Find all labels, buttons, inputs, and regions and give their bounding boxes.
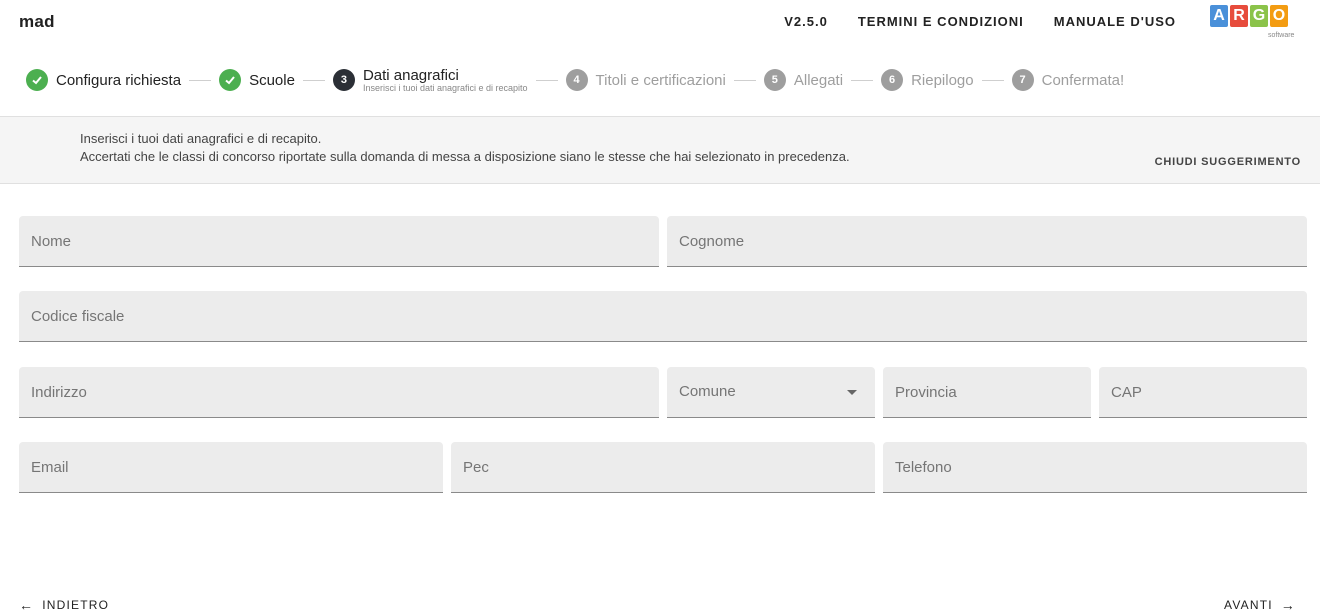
version-label: V2.5.0 xyxy=(784,14,828,29)
check-icon xyxy=(219,69,242,91)
cap-field[interactable] xyxy=(1099,367,1307,418)
check-icon xyxy=(26,69,48,91)
step-connector xyxy=(302,79,325,81)
manual-link[interactable]: MANUALE D'USO xyxy=(1054,14,1176,29)
step-connector xyxy=(189,79,212,81)
app-name: mad xyxy=(19,12,55,31)
comune-select[interactable]: Comune xyxy=(667,367,875,418)
close-hint-button[interactable]: CHIUDI SUGGERIMENTO xyxy=(1155,156,1301,168)
step-label: Titoli e certificazioni xyxy=(595,71,726,89)
step-confermata[interactable]: 7 Confermata! xyxy=(1011,69,1125,91)
email-input[interactable] xyxy=(19,442,443,492)
app-header: mad V2.5.0 TERMINI E CONDIZIONI MANUALE … xyxy=(0,0,1320,52)
argo-logo: A R G O software xyxy=(1210,5,1294,43)
step-dati-anagrafici[interactable]: 3 Dati anagrafici Inserisci i tuoi dati … xyxy=(332,66,528,93)
step-label: Allegati xyxy=(793,71,844,89)
back-button-label: INDIETRO xyxy=(42,598,110,612)
telefono-input[interactable] xyxy=(883,442,1307,492)
comune-select-label: Comune xyxy=(679,383,736,400)
step-connector xyxy=(535,79,558,81)
cognome-field[interactable] xyxy=(667,216,1307,267)
step-label: Dati anagrafici xyxy=(362,66,459,84)
terms-link[interactable]: TERMINI E CONDIZIONI xyxy=(858,14,1024,29)
step-sublabel: Inserisci i tuoi dati anagrafici e di re… xyxy=(362,82,528,93)
argo-letter: O xyxy=(1270,5,1288,27)
argo-letter: A xyxy=(1210,5,1228,27)
argo-letter: G xyxy=(1250,5,1268,27)
step-number-icon: 7 xyxy=(1011,69,1034,91)
email-field[interactable] xyxy=(19,442,443,493)
hint-text: Accertati che le classi di concorso ripo… xyxy=(80,149,850,164)
step-connector xyxy=(733,79,756,81)
step-number-icon: 5 xyxy=(763,69,786,91)
step-label: Riepilogo xyxy=(911,71,974,89)
step-number-icon: 4 xyxy=(565,69,588,91)
step-label: Scuole xyxy=(249,71,295,89)
pec-field[interactable] xyxy=(451,442,875,493)
caret-down-icon xyxy=(847,390,857,395)
hint-text: Inserisci i tuoi dati anagrafici e di re… xyxy=(80,131,322,146)
cognome-input[interactable] xyxy=(667,216,1307,266)
step-connector xyxy=(851,79,874,81)
stepper: Configura richiesta Scuole 3 Dati anagra… xyxy=(0,58,1320,102)
step-titoli[interactable]: 4 Titoli e certificazioni xyxy=(565,69,726,91)
provincia-field[interactable] xyxy=(883,367,1091,418)
step-scuole[interactable]: Scuole xyxy=(219,69,295,91)
step-label: Confermata! xyxy=(1041,71,1125,89)
step-riepilogo[interactable]: 6 Riepilogo xyxy=(881,69,974,91)
step-number-icon: 3 xyxy=(332,69,355,91)
codice-fiscale-field[interactable] xyxy=(19,291,1307,342)
argo-sub: software xyxy=(1268,32,1295,39)
step-label: Configura richiesta xyxy=(56,71,182,89)
pec-input[interactable] xyxy=(451,442,875,492)
codice-fiscale-input[interactable] xyxy=(19,291,1307,341)
next-button-label: AVANTI xyxy=(1224,598,1273,612)
hint-banner: Inserisci i tuoi dati anagrafici e di re… xyxy=(0,116,1320,184)
cap-input[interactable] xyxy=(1099,367,1307,417)
provincia-input[interactable] xyxy=(883,367,1091,417)
step-configura-richiesta[interactable]: Configura richiesta xyxy=(26,69,181,91)
step-connector xyxy=(981,79,1004,81)
header-nav: V2.5.0 TERMINI E CONDIZIONI MANUALE D'US… xyxy=(754,14,1176,29)
indirizzo-field[interactable] xyxy=(19,367,659,418)
nome-input[interactable] xyxy=(19,216,659,266)
indirizzo-input[interactable] xyxy=(19,367,659,417)
step-allegati[interactable]: 5 Allegati xyxy=(763,69,844,91)
nome-field[interactable] xyxy=(19,216,659,267)
argo-letter: R xyxy=(1230,5,1248,27)
step-number-icon: 6 xyxy=(881,69,904,91)
telefono-field[interactable] xyxy=(883,442,1307,493)
